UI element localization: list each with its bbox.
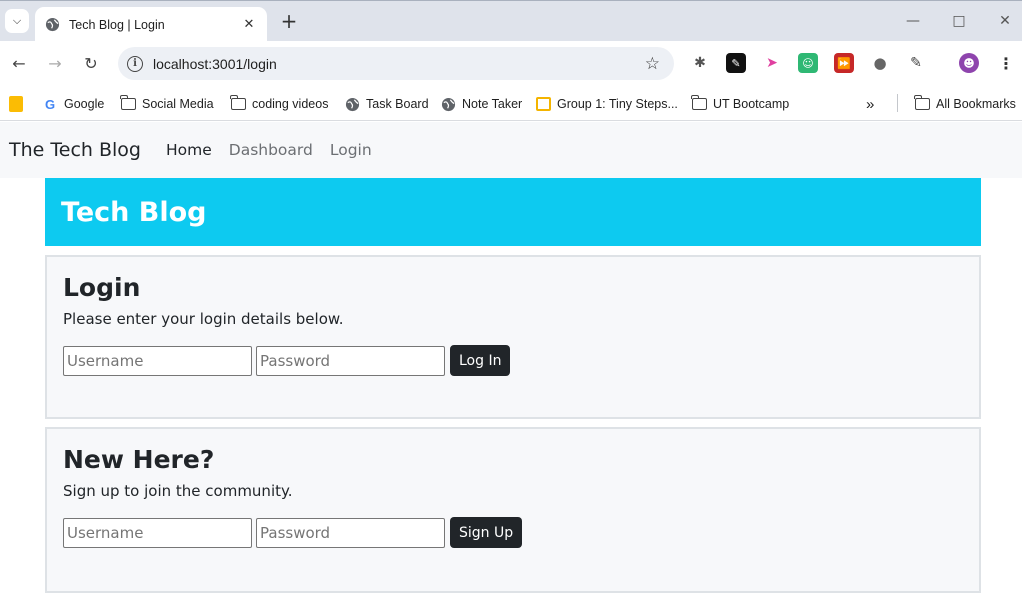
globe-icon — [344, 96, 360, 112]
browser-tab[interactable]: Tech Blog | Login ✕ — [35, 7, 267, 42]
menu-kebab-icon[interactable]: ⋮ — [996, 53, 1016, 73]
folder-icon — [914, 95, 930, 112]
bookmark-label: UT Bootcamp — [713, 97, 790, 111]
browser-tab-strip: ⌵ Tech Blog | Login ✕ + — □ ✕ — [0, 0, 1022, 42]
signup-password-input[interactable] — [256, 517, 445, 548]
back-icon[interactable]: ← — [8, 53, 30, 75]
signup-text: Sign up to join the community. — [63, 482, 293, 500]
grammarly-extension-icon[interactable]: ● — [870, 53, 890, 73]
folder-icon — [120, 95, 136, 112]
bookmark-ut-bootcamp[interactable]: UT Bootcamp — [691, 94, 789, 114]
bookmark-note-taker[interactable]: Note Taker — [440, 94, 522, 114]
login-card: Login Please enter your login details be… — [45, 255, 981, 419]
browser-toolbar: ← → ↻ i localhost:3001/login ☆ ✱ ✎ ➤ ☺ ⏩… — [0, 41, 1022, 87]
nav-link-home[interactable]: Home — [166, 141, 212, 159]
extensions-puzzle-icon[interactable]: ✎ — [906, 53, 926, 73]
globe-icon — [45, 17, 60, 32]
bookmark-label: Note Taker — [462, 97, 523, 111]
site-brand[interactable]: The Tech Blog — [9, 139, 141, 161]
bookmark-google[interactable]: G Google — [42, 94, 104, 114]
globe-icon — [440, 96, 456, 112]
bookmark-label: Task Board — [366, 97, 429, 111]
bug-extension-icon[interactable]: ✱ — [690, 53, 710, 73]
bookmark-task-board[interactable]: Task Board — [344, 94, 429, 114]
folder-icon — [691, 95, 707, 112]
bookmark-icon — [535, 96, 551, 112]
google-icon: G — [44, 96, 56, 112]
web-page: The Tech Blog Home Dashboard Login Tech … — [0, 122, 1022, 611]
arrow-extension-icon[interactable]: ➤ — [762, 53, 782, 73]
bookmarks-divider — [897, 94, 898, 112]
bookmark-label: Google — [64, 97, 105, 111]
face-extension-icon[interactable]: ☺ — [798, 53, 818, 73]
hero-title: Tech Blog — [61, 196, 207, 228]
login-username-input[interactable] — [63, 345, 252, 376]
login-button[interactable]: Log In — [450, 345, 511, 376]
tab-search-button[interactable]: ⌵ — [5, 9, 29, 33]
new-tab-button[interactable]: + — [280, 11, 298, 31]
bookmark-keep[interactable] — [8, 94, 30, 114]
site-info-icon[interactable]: i — [127, 55, 143, 72]
profile-avatar-icon[interactable]: ☻ — [959, 53, 979, 73]
login-title: Login — [63, 273, 141, 302]
site-navbar: The Tech Blog Home Dashboard Login — [0, 122, 1022, 178]
nav-link-login[interactable]: Login — [330, 141, 372, 159]
more-bookmarks-icon[interactable]: » — [866, 94, 874, 114]
window-close-icon[interactable]: ✕ — [995, 13, 1015, 29]
bookmark-all-bookmarks[interactable]: All Bookmarks — [914, 94, 1016, 114]
tab-title: Tech Blog | Login — [69, 17, 165, 32]
signup-username-input[interactable] — [63, 517, 252, 548]
reload-icon[interactable]: ↻ — [80, 53, 102, 75]
bookmark-label: Social Media — [142, 97, 214, 111]
address-bar[interactable]: i localhost:3001/login ☆ — [118, 47, 674, 80]
signup-title: New Here? — [63, 445, 215, 474]
bookmark-label: Group 1: Tiny Steps... — [557, 97, 678, 111]
folder-icon — [230, 95, 246, 112]
bookmark-star-icon[interactable]: ☆ — [645, 54, 660, 74]
signup-form: Sign Up — [63, 517, 963, 548]
login-password-input[interactable] — [256, 345, 445, 376]
login-text: Please enter your login details below. — [63, 310, 344, 328]
maximize-icon[interactable]: □ — [949, 13, 969, 29]
bookmark-social-media[interactable]: Social Media — [120, 94, 214, 114]
forward-icon[interactable]: → — [44, 53, 66, 75]
close-icon[interactable]: ✕ — [241, 17, 257, 32]
url-text[interactable]: localhost:3001/login — [153, 56, 645, 72]
chevron-down-icon: ⌵ — [12, 14, 22, 27]
bookmark-group-1[interactable]: Group 1: Tiny Steps... — [535, 94, 678, 114]
bookmarks-bar: G Google Social Media coding videos Task… — [0, 87, 1022, 121]
media-extension-icon[interactable]: ⏩ — [834, 53, 854, 73]
hero-banner: Tech Blog — [45, 178, 981, 246]
login-form: Log In — [63, 345, 963, 376]
pen-extension-icon[interactable]: ✎ — [726, 53, 746, 73]
keep-icon — [8, 96, 24, 112]
signup-card: New Here? Sign up to join the community.… — [45, 427, 981, 593]
bookmark-label: coding videos — [252, 97, 329, 111]
bookmark-coding-videos[interactable]: coding videos — [230, 94, 328, 114]
minimize-icon[interactable]: — — [903, 13, 923, 29]
nav-link-dashboard[interactable]: Dashboard — [229, 141, 313, 159]
signup-button[interactable]: Sign Up — [450, 517, 523, 548]
bookmark-label: All Bookmarks — [936, 97, 1016, 111]
